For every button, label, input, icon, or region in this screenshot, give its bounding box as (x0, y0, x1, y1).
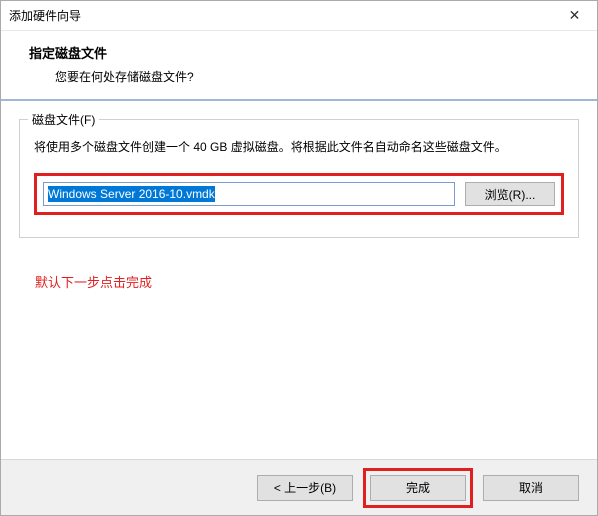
close-icon: ✕ (569, 7, 581, 24)
finish-highlight: 完成 (363, 468, 473, 508)
window-title: 添加硬件向导 (9, 7, 81, 24)
disk-file-group: 磁盘文件(F) 将使用多个磁盘文件创建一个 40 GB 虚拟磁盘。将根据此文件名… (19, 119, 579, 238)
annotation-hint: 默认下一步点击完成 (35, 272, 579, 291)
file-input-wrap: Windows Server 2016-10.vmdk (43, 182, 455, 206)
wizard-header: 指定磁盘文件 您要在何处存储磁盘文件? (1, 31, 597, 99)
input-row-highlight: Windows Server 2016-10.vmdk 浏览(R)... (34, 173, 564, 215)
close-button[interactable]: ✕ (552, 1, 597, 31)
group-legend: 磁盘文件(F) (28, 111, 99, 128)
cancel-button[interactable]: 取消 (483, 475, 579, 501)
finish-button[interactable]: 完成 (370, 475, 466, 501)
disk-file-input[interactable]: Windows Server 2016-10.vmdk (43, 182, 455, 206)
page-title: 指定磁盘文件 (29, 43, 569, 62)
content-area: 磁盘文件(F) 将使用多个磁盘文件创建一个 40 GB 虚拟磁盘。将根据此文件名… (1, 101, 597, 459)
browse-button[interactable]: 浏览(R)... (465, 182, 555, 206)
wizard-window: 添加硬件向导 ✕ 指定磁盘文件 您要在何处存储磁盘文件? 磁盘文件(F) 将使用… (0, 0, 598, 516)
group-description: 将使用多个磁盘文件创建一个 40 GB 虚拟磁盘。将根据此文件名自动命名这些磁盘… (34, 138, 564, 157)
disk-file-value: Windows Server 2016-10.vmdk (48, 186, 215, 202)
back-button[interactable]: < 上一步(B) (257, 475, 353, 501)
wizard-footer: < 上一步(B) 完成 取消 (1, 459, 597, 515)
page-subtitle: 您要在何处存储磁盘文件? (29, 68, 569, 85)
titlebar: 添加硬件向导 ✕ (1, 1, 597, 31)
